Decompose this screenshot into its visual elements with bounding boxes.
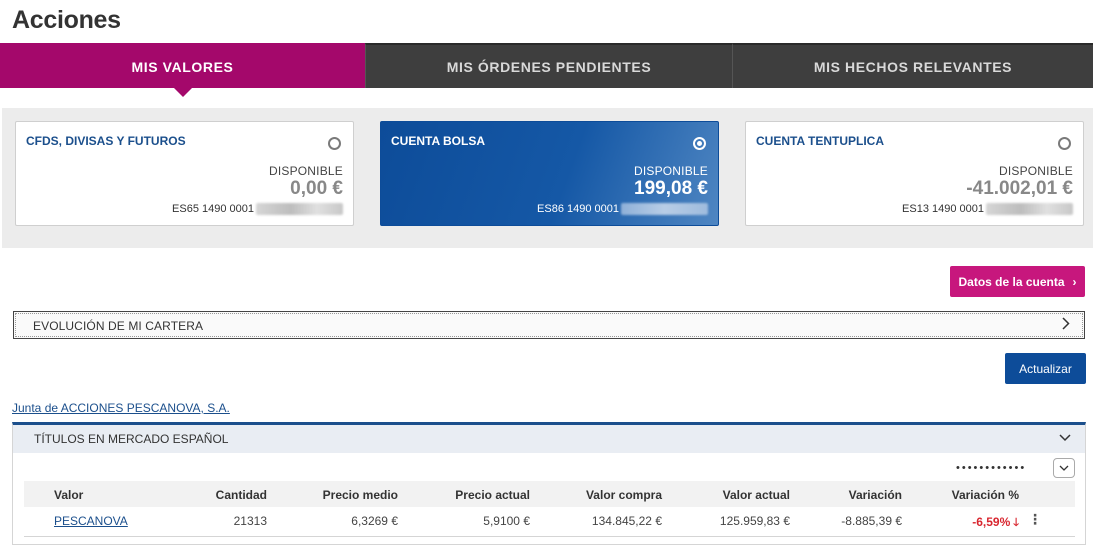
table-header: Valor Cantidad Precio medio Precio actua… (24, 481, 1075, 507)
table-row: PESCANOVA 21313 6,3269 € 5,9100 € 134.84… (24, 507, 1075, 537)
section-header[interactable]: TÍTULOS EN MERCADO ESPAÑOL (13, 425, 1085, 453)
iban-prefix: ES13 1490 0001 (902, 203, 984, 215)
account-name: CFDS, DIVISAS Y FUTUROS (26, 134, 186, 148)
cell-cantidad: 21313 (233, 514, 267, 528)
col-valor-compra[interactable]: Valor compra (586, 488, 662, 502)
page-title: Acciones (12, 6, 121, 34)
radio-icon[interactable] (328, 137, 341, 150)
iban-redacted (986, 203, 1073, 216)
arrow-down-icon: 🡓 (1013, 517, 1019, 529)
portfolio-evolution-label: EVOLUCIÓN DE MI CARTERA (33, 319, 204, 333)
cell-variacion-pct: -6,59% 🡓 (972, 514, 1019, 533)
available-label: DISPONIBLE (633, 164, 708, 178)
cell-precio-actual: 5,9100 € (483, 514, 530, 528)
stock-link[interactable]: PESCANOVA (54, 514, 128, 528)
radio-selected-icon[interactable] (693, 137, 706, 150)
chevron-right-icon: › (1072, 274, 1077, 289)
col-precio-actual[interactable]: Precio actual (455, 488, 530, 502)
radio-icon[interactable] (1058, 137, 1071, 150)
iban-prefix: ES65 1490 0001 (172, 203, 254, 215)
chevron-down-icon (1059, 465, 1069, 471)
account-data-label: Datos de la cuenta (958, 274, 1065, 289)
account-name: CUENTA BOLSA (391, 134, 485, 148)
account-selector: CFDS, DIVISAS Y FUTUROS DISPONIBLE 0,00 … (2, 108, 1093, 248)
section-title: TÍTULOS EN MERCADO ESPAÑOL (34, 432, 229, 446)
available-amount: 0,00 € (290, 178, 343, 199)
iban-prefix: ES86 1490 0001 (537, 203, 619, 215)
variacion-pct-value: -6,59% (972, 515, 1011, 529)
col-variacion-pct[interactable]: Variación % (952, 488, 1019, 502)
cell-variacion: -8.885,39 € (841, 514, 902, 528)
cell-valor-actual: 125.959,83 € (719, 514, 790, 528)
account-card-cuenta-bolsa[interactable]: CUENTA BOLSA DISPONIBLE 199,08 € ES86 14… (380, 121, 719, 226)
iban-redacted (621, 203, 708, 216)
account-data-button[interactable]: Datos de la cuenta › (950, 266, 1085, 297)
col-variacion[interactable]: Variación (849, 488, 902, 502)
cell-precio-medio: 6,3269 € (351, 514, 398, 528)
expand-columns-button[interactable] (1053, 458, 1075, 478)
account-iban: ES65 1490 0001 (172, 203, 343, 216)
account-iban: ES86 1490 0001 (537, 203, 708, 216)
portfolio-evolution-toggle[interactable]: EVOLUCIÓN DE MI CARTERA (13, 311, 1085, 339)
account-card-cfds[interactable]: CFDS, DIVISAS Y FUTUROS DISPONIBLE 0,00 … (15, 121, 354, 226)
iban-redacted (256, 203, 343, 216)
tab-mis-ordenes-pendientes[interactable]: MIS ÓRDENES PENDIENTES (365, 43, 732, 88)
tab-bar: MIS VALORES MIS ÓRDENES PENDIENTES MIS H… (0, 43, 1093, 97)
update-button[interactable]: Actualizar (1005, 353, 1086, 384)
row-menu-kebab-icon[interactable]: ⋮ (1028, 512, 1042, 526)
col-cantidad[interactable]: Cantidad (216, 488, 267, 502)
available-amount: 199,08 € (634, 178, 708, 199)
account-iban: ES13 1490 0001 (902, 203, 1073, 216)
pagination-dots-icon: •••••••••••• (956, 462, 1027, 474)
col-valor[interactable]: Valor (54, 488, 83, 502)
cell-valor-compra: 134.845,22 € (591, 514, 662, 528)
available-label: DISPONIBLE (268, 164, 343, 178)
tab-mis-hechos-relevantes[interactable]: MIS HECHOS RELEVANTES (732, 43, 1093, 88)
account-name: CUENTA TENTUPLICA (756, 134, 884, 148)
col-precio-medio[interactable]: Precio medio (323, 488, 398, 502)
acciones-page: Acciones MIS VALORES MIS ÓRDENES PENDIEN… (0, 0, 1093, 545)
holdings-table: Valor Cantidad Precio medio Precio actua… (24, 481, 1075, 537)
col-valor-actual[interactable]: Valor actual (723, 488, 790, 502)
account-card-tentuplica[interactable]: CUENTA TENTUPLICA DISPONIBLE -41.002,01 … (745, 121, 1084, 226)
shareholder-meeting-link[interactable]: Junta de ACCIONES PESCANOVA, S.A. (12, 401, 230, 415)
chevron-down-icon (1059, 431, 1071, 445)
tab-mis-valores[interactable]: MIS VALORES (0, 43, 365, 97)
spanish-market-holdings: TÍTULOS EN MERCADO ESPAÑOL •••••••••••• … (12, 422, 1086, 545)
available-amount: -41.002,01 € (966, 178, 1073, 199)
chevron-right-icon (1062, 317, 1070, 333)
available-label: DISPONIBLE (998, 164, 1073, 178)
